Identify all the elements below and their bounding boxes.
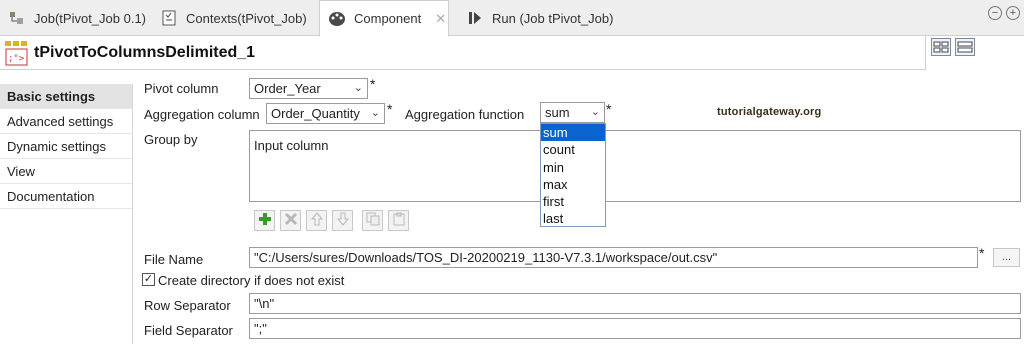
maximize-icon[interactable]: + <box>1006 6 1020 20</box>
job-icon <box>8 9 26 27</box>
tab-job-label: Job(tPivot_Job 0.1) <box>34 10 147 26</box>
tab-run[interactable]: Run (Job tPivot_Job) <box>458 0 628 36</box>
dropdown-option-last[interactable]: last <box>541 210 605 227</box>
dropdown-option-min[interactable]: min <box>541 159 605 176</box>
paste-icon <box>392 212 406 229</box>
row-separator-input[interactable]: "\n" <box>249 293 1021 314</box>
dropdown-option-count[interactable]: count <box>541 141 605 158</box>
watermark-text: tutorialgateway.org <box>717 106 822 118</box>
field-separator-input[interactable]: ";" <box>249 318 1021 339</box>
svg-text:;">: ;"> <box>8 54 25 64</box>
copy-button[interactable] <box>362 210 383 231</box>
tab-run-label: Run (Job tPivot_Job) <box>492 10 614 26</box>
move-up-button[interactable] <box>306 210 327 231</box>
close-icon[interactable]: ✕ <box>435 11 446 27</box>
pivot-column-label: Pivot column <box>144 81 219 96</box>
create-directory-checkbox[interactable]: ✓ <box>142 273 155 286</box>
chevron-down-icon: ⌄ <box>353 82 363 94</box>
tab-contexts[interactable]: Contexts(tPivot_Job) <box>152 0 318 36</box>
tab-component[interactable]: Component ✕ <box>319 0 449 37</box>
chevron-down-icon: ⌄ <box>590 106 600 118</box>
editor-tab-bar: Job(tPivot_Job 0.1) Contexts(tPivot_Job)… <box>0 0 1024 37</box>
copy-icon <box>366 212 380 229</box>
paste-button[interactable] <box>388 210 409 231</box>
tab-contexts-label: Contexts(tPivot_Job) <box>186 10 307 26</box>
dropdown-option-first[interactable]: first <box>541 193 605 210</box>
tab-job[interactable]: Job(tPivot_Job 0.1) <box>0 0 150 36</box>
aggregation-function-value: sum <box>545 105 570 120</box>
arrow-up-icon <box>310 212 324 229</box>
browse-button[interactable]: ... <box>993 248 1020 267</box>
aggregation-column-select[interactable]: Order_Quantity ⌄ <box>266 103 385 124</box>
required-marker: * <box>606 101 612 117</box>
dropdown-option-sum[interactable]: sum <box>541 124 605 142</box>
create-directory-label: Create directory if does not exist <box>158 273 345 288</box>
file-name-input[interactable]: "C:/Users/sures/Downloads/TOS_DI-2020021… <box>249 247 978 268</box>
required-marker: * <box>387 101 393 117</box>
row-separator-label: Row Separator <box>144 298 231 313</box>
component-palette-icon <box>328 10 346 28</box>
group-by-table[interactable]: Input column <box>249 130 1021 202</box>
sidebar-item-advanced-settings[interactable]: Advanced settings <box>0 109 133 134</box>
sidebar-item-dynamic-settings[interactable]: Dynamic settings <box>0 134 133 159</box>
tab-component-label: Component <box>354 11 422 26</box>
delete-row-button[interactable] <box>280 210 301 231</box>
sidebar-divider <box>132 84 133 344</box>
plus-icon <box>258 212 272 229</box>
add-row-button[interactable] <box>254 210 275 231</box>
delete-icon <box>284 212 298 229</box>
layout-grid-icon[interactable] <box>931 38 951 56</box>
settings-sidebar: Basic settings Advanced settings Dynamic… <box>0 84 133 209</box>
component-type-icon: ;"> <box>4 39 30 67</box>
aggregation-function-select[interactable]: sum ⌄ <box>540 102 605 123</box>
component-title: tPivotToColumnsDelimited_1 <box>34 43 256 61</box>
field-separator-label: Field Separator <box>144 323 233 338</box>
aggregation-column-value: Order_Quantity <box>271 106 360 121</box>
aggregation-column-label: Aggregation column <box>144 107 260 122</box>
file-name-label: File Name <box>144 252 204 267</box>
sidebar-item-documentation[interactable]: Documentation <box>0 184 133 209</box>
move-down-button[interactable] <box>332 210 353 231</box>
component-header: ;"> tPivotToColumnsDelimited_1 <box>0 36 926 70</box>
dropdown-option-max[interactable]: max <box>541 176 605 193</box>
pivot-column-select[interactable]: Order_Year ⌄ <box>249 78 368 99</box>
sidebar-item-basic-settings[interactable]: Basic settings <box>0 84 133 109</box>
required-marker: * <box>979 245 985 261</box>
layout-list-icon[interactable] <box>955 38 975 56</box>
group-by-column-header: Input column <box>254 138 329 153</box>
required-marker: * <box>370 76 376 92</box>
contexts-icon <box>160 9 178 27</box>
arrow-down-icon <box>336 212 350 229</box>
minimize-icon[interactable]: − <box>988 6 1002 20</box>
pivot-column-value: Order_Year <box>254 81 321 96</box>
sidebar-item-view[interactable]: View <box>0 159 133 184</box>
group-by-label: Group by <box>144 132 198 147</box>
aggregation-function-label: Aggregation function <box>405 107 525 122</box>
aggregation-function-dropdown: sum count min max first last <box>540 123 606 227</box>
run-icon <box>466 9 484 27</box>
chevron-down-icon: ⌄ <box>370 107 380 119</box>
